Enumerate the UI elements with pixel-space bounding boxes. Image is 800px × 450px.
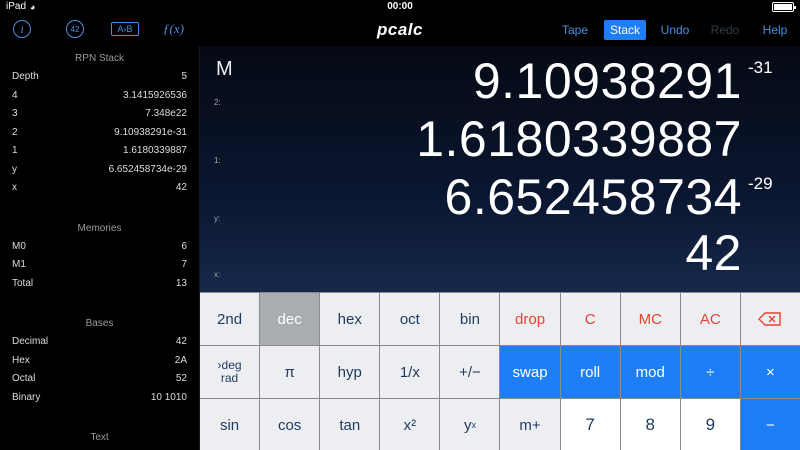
- info-icon[interactable]: i: [13, 20, 31, 38]
- key-oct[interactable]: oct: [380, 293, 440, 345]
- key-square[interactable]: x²: [380, 399, 440, 450]
- key-clear[interactable]: C: [560, 293, 620, 345]
- stack-label-1: 1:: [214, 156, 221, 165]
- stack-label-2: 2:: [214, 98, 221, 107]
- key-drop[interactable]: drop: [500, 293, 560, 345]
- stack-label-x: x:: [214, 270, 221, 279]
- key-dec[interactable]: dec: [260, 293, 320, 345]
- rpn-row-depth: Depth 5: [12, 71, 187, 82]
- rpn-row-2: 2 9.10938291e-31: [12, 126, 187, 138]
- memory-row-m1: M1 7: [12, 259, 187, 270]
- function-icon[interactable]: ƒ(x): [163, 20, 184, 38]
- stack-exponent-2: -31: [748, 58, 773, 77]
- key-swap[interactable]: swap: [500, 346, 560, 398]
- rpn-row-3: 3 7.348e22: [12, 108, 187, 119]
- key-hex[interactable]: hex: [320, 293, 380, 345]
- stack-display: M 2: 9.10938291 -31 1: 1.6180339887 y: 6…: [200, 46, 800, 292]
- backspace-button[interactable]: [740, 293, 800, 345]
- key-deg-rad[interactable]: ›deg rad: [200, 346, 260, 398]
- key-power-exponent: x: [471, 420, 476, 430]
- key-pi[interactable]: π: [260, 346, 320, 398]
- stack-value-2: 9.10938291: [472, 53, 742, 109]
- rpn-row-1: 1 1.6180339887: [12, 145, 187, 156]
- stack-exponent-y: -29: [748, 174, 773, 193]
- key-minus[interactable]: −: [740, 399, 800, 450]
- memories-title: Memories: [77, 222, 122, 234]
- stack-value-y: 6.652458734: [444, 169, 742, 225]
- rpn-row-x: x 42: [12, 182, 187, 193]
- stack-label-y: y:: [214, 214, 221, 223]
- rpn-stack-title: RPN Stack: [75, 53, 124, 64]
- toolbar: i 42 A›B ƒ(x) pcalc Tape Stack Undo Redo…: [0, 14, 800, 46]
- key-plus-minus[interactable]: +/−: [440, 346, 500, 398]
- help-button[interactable]: Help: [757, 20, 793, 40]
- memory-row-total: Total 13: [12, 277, 187, 289]
- stack-value-x: 42: [685, 225, 742, 281]
- key-sin[interactable]: sin: [200, 399, 260, 450]
- key-tan[interactable]: tan: [320, 399, 380, 450]
- key-cos[interactable]: cos: [260, 399, 320, 450]
- memory-row-m0: M0 6: [12, 240, 187, 252]
- key-hyp[interactable]: hyp: [320, 346, 380, 398]
- app-title: pcalc: [377, 20, 423, 39]
- key-roll[interactable]: roll: [560, 346, 620, 398]
- key-8[interactable]: 8: [620, 399, 680, 450]
- key-all-clear[interactable]: AC: [680, 293, 740, 345]
- key-memory-clear[interactable]: MC: [620, 293, 680, 345]
- key-power-base: y: [463, 416, 472, 434]
- key-mod[interactable]: mod: [620, 346, 680, 398]
- stack-button[interactable]: Stack: [604, 20, 646, 40]
- key-power[interactable]: yx: [440, 399, 500, 450]
- key-reciprocal[interactable]: 1/x: [380, 346, 440, 398]
- rpn-row-4: 4 3.1415926536: [12, 89, 187, 101]
- status-bar: iPad ◕ 00:00: [0, 0, 800, 14]
- base-row-decimal: Decimal 42: [12, 336, 187, 347]
- key-divide[interactable]: ÷: [680, 346, 740, 398]
- key-bin[interactable]: bin: [440, 293, 500, 345]
- tape-button[interactable]: Tape: [557, 20, 593, 40]
- backspace-icon: [758, 312, 782, 326]
- convert-icon[interactable]: A›B: [111, 22, 139, 36]
- key-rad-label: rad: [220, 371, 239, 385]
- battery-icon: [772, 2, 796, 12]
- clock: 00:00: [387, 1, 413, 12]
- key-9[interactable]: 9: [680, 399, 740, 450]
- text-title: Text: [90, 432, 109, 443]
- key-7[interactable]: 7: [560, 399, 620, 450]
- memory-indicator: M: [216, 58, 233, 80]
- sidebar: RPN Stack Depth 5 4 3.1415926536 3 7.348e22…: [0, 46, 200, 450]
- key-2nd[interactable]: 2nd: [200, 293, 260, 345]
- base-row-binary: Binary 10 1010: [12, 391, 187, 403]
- base-row-hex: Hex 2A: [12, 354, 187, 366]
- undo-button[interactable]: Undo: [656, 20, 694, 40]
- redo-button[interactable]: Redo: [706, 20, 744, 40]
- key-memory-plus[interactable]: m+: [500, 399, 560, 450]
- keypad: 2nd dec hex oct bin drop C MC AC ›deg ra…: [200, 292, 800, 450]
- bases-title: Bases: [85, 318, 114, 329]
- stack-value-1: 1.6180339887: [416, 111, 742, 167]
- key-multiply[interactable]: ×: [740, 346, 800, 398]
- base-row-octal: Octal 52: [12, 373, 187, 384]
- rpn-row-y: y 6.652458734e-29: [12, 163, 187, 175]
- answer-icon[interactable]: 42: [66, 20, 84, 38]
